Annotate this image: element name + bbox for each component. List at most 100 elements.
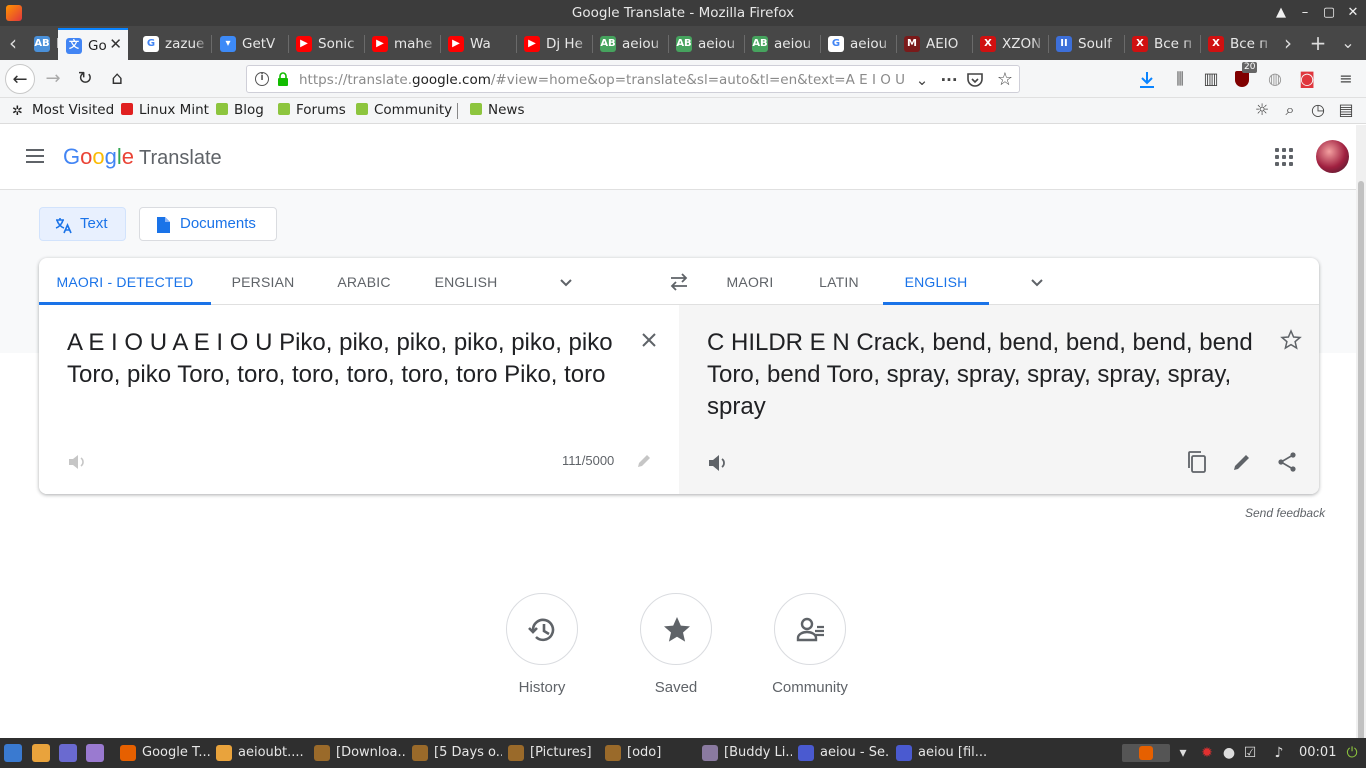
browser-tab[interactable]: AB aeiou <box>668 28 742 60</box>
history-button[interactable] <box>506 593 578 665</box>
pocket-icon[interactable] <box>966 71 984 89</box>
google-translate-logo[interactable]: Google Translate <box>63 144 222 170</box>
browser-tab[interactable]: II Soulf <box>1048 28 1122 60</box>
community-shortcut[interactable]: Community <box>755 593 865 696</box>
browser-tab[interactable]: ▶ Dj He <box>516 28 590 60</box>
downloads-icon[interactable] <box>1137 70 1157 90</box>
documents-mode-button[interactable]: Documents <box>139 207 277 241</box>
saved-button[interactable] <box>640 593 712 665</box>
taskbar-window-button[interactable]: [Buddy Li... <box>700 740 792 766</box>
new-tab-icon[interactable]: + <box>1305 28 1331 60</box>
power-icon[interactable]: ⏻ <box>1343 744 1361 762</box>
save-translation-star-icon[interactable] <box>1280 329 1302 351</box>
bookmark-star-icon[interactable]: ☆ <box>994 69 1016 91</box>
globe-extension-icon[interactable]: ◍ <box>1263 68 1287 90</box>
alert-icon[interactable]: ✹ <box>1198 744 1216 762</box>
taskbar-window-button[interactable]: [odo] <box>603 740 695 766</box>
translation-listen-speaker-icon[interactable] <box>707 452 729 474</box>
browser-tab[interactable]: X Все п <box>1124 28 1198 60</box>
close-tab-icon[interactable]: ✕ <box>109 35 122 53</box>
source-listen-speaker-icon[interactable] <box>67 452 87 472</box>
browser-tab[interactable]: AB aeiou <box>592 28 666 60</box>
google-apps-icon[interactable] <box>1275 148 1293 166</box>
bookmark-linux-mint[interactable]: Linux Mint <box>121 102 209 118</box>
community-button[interactable] <box>774 593 846 665</box>
main-menu-icon[interactable] <box>26 149 44 163</box>
browser-tab[interactable]: Gzazue <box>135 28 209 60</box>
source-lang-persian[interactable]: PERSIAN <box>217 258 309 305</box>
saved-shortcut[interactable]: Saved <box>621 593 731 696</box>
source-more-langs-chevron-down-icon[interactable] <box>558 274 574 290</box>
browser-tab[interactable]: Gaeiou <box>820 28 894 60</box>
window-keep-above-button[interactable]: ▲ <box>1271 3 1291 23</box>
taskbar-window-button[interactable]: [Pictures] <box>506 740 598 766</box>
home-icon[interactable]: ⌂ <box>102 64 132 94</box>
brightness-extension-icon[interactable]: ☼ <box>1250 99 1274 121</box>
window-minimize-button[interactable]: – <box>1295 3 1315 23</box>
browser-tab[interactable]: ▾ GetV <box>212 28 286 60</box>
source-lang-detected[interactable]: MAORI - DETECTED <box>39 258 211 305</box>
back-icon[interactable]: ← <box>5 64 35 94</box>
browser-tab[interactable]: ▶ Wa <box>440 28 514 60</box>
scroll-tabs-left-icon[interactable]: ‹ <box>0 28 26 60</box>
window-close-button[interactable]: ✕ <box>1343 3 1363 23</box>
source-lang-arabic[interactable]: ARABIC <box>324 258 404 305</box>
text-editor-launcher-icon[interactable] <box>59 744 77 762</box>
bookmark-most-visited[interactable]: ✲ Most Visited <box>12 102 114 119</box>
account-avatar[interactable] <box>1316 140 1349 173</box>
volume-icon[interactable]: ♪ <box>1270 744 1288 762</box>
swap-languages-icon[interactable] <box>668 272 690 292</box>
screenshot-extension-icon[interactable]: ◙ <box>1295 68 1319 90</box>
source-text-input[interactable]: A E I O U A E I O U Piko, piko, piko, pi… <box>67 327 627 391</box>
bookmark-blog[interactable]: Blog <box>216 102 264 118</box>
search-icon[interactable]: ⌕ <box>1278 99 1302 121</box>
history-shortcut[interactable]: History <box>487 593 597 696</box>
browser-tab[interactable]: X XZON <box>972 28 1046 60</box>
library-icon[interactable]: ⫼ <box>1168 68 1192 90</box>
notes-launcher-icon[interactable] <box>86 744 104 762</box>
folder-extension-icon[interactable]: ▤ <box>1334 99 1358 121</box>
files-launcher-icon[interactable] <box>32 744 50 762</box>
browser-tab[interactable]: M AEIO <box>896 28 970 60</box>
target-more-langs-chevron-down-icon[interactable] <box>1029 274 1045 290</box>
workspace-switcher[interactable] <box>1122 744 1170 762</box>
forward-icon[interactable]: → <box>38 64 68 94</box>
scrollbar-thumb[interactable] <box>1358 181 1364 741</box>
taskbar-window-button[interactable]: aeiou [fil... <box>894 740 994 766</box>
bookmark-community[interactable]: Community <box>356 102 452 118</box>
browser-tab[interactable]: AB aeiou <box>744 28 818 60</box>
url-dropdown-icon[interactable]: ⌄ <box>911 69 933 91</box>
text-mode-button[interactable]: Text <box>39 207 126 241</box>
target-lang-english[interactable]: ENGLISH <box>883 258 989 305</box>
window-maximize-button[interactable]: ▢ <box>1319 3 1339 23</box>
wifi-icon[interactable]: ▾ <box>1174 744 1192 762</box>
page-actions-icon[interactable]: ··· <box>938 69 960 91</box>
taskbar-window-button[interactable]: aeiou - Se... <box>796 740 890 766</box>
browser-tab[interactable]: 文 Go ✕ <box>58 28 128 60</box>
taskbar-window-button[interactable]: Google T... <box>118 740 210 766</box>
clear-source-close-icon[interactable] <box>641 332 657 348</box>
share-translation-icon[interactable] <box>1276 451 1298 473</box>
history-extension-icon[interactable]: ◷ <box>1306 99 1330 121</box>
edit-translation-pencil-icon[interactable] <box>1231 451 1253 473</box>
browser-tab[interactable]: ▶ Sonic <box>288 28 362 60</box>
scroll-tabs-right-icon[interactable]: › <box>1275 28 1301 60</box>
bookmark-forums[interactable]: Forums <box>278 102 346 118</box>
handwriting-pencil-icon[interactable] <box>636 453 652 469</box>
target-lang-maori[interactable]: MAORI <box>713 258 787 305</box>
taskbar-window-button[interactable]: [Downloa... <box>312 740 406 766</box>
reload-icon[interactable]: ↻ <box>70 64 100 94</box>
taskbar-window-button[interactable]: [5 Days o... <box>410 740 502 766</box>
page-scrollbar[interactable] <box>1356 125 1366 741</box>
hamburger-menu-icon[interactable]: ≡ <box>1334 68 1358 90</box>
site-info-icon[interactable]: i <box>255 72 269 86</box>
target-lang-latin[interactable]: LATIN <box>805 258 873 305</box>
update-check-icon[interactable]: ☑ <box>1241 744 1259 762</box>
list-all-tabs-icon[interactable]: ⌄ <box>1335 28 1361 60</box>
url-bar[interactable]: i https://translate.google.com/#view=hom… <box>246 65 1020 93</box>
browser-tab[interactable]: ▶ mahe <box>364 28 438 60</box>
browser-tab[interactable]: X Все п <box>1200 28 1274 60</box>
clock[interactable]: 00:01 <box>1299 745 1336 760</box>
chat-tray-icon[interactable]: ● <box>1220 744 1238 762</box>
start-menu-icon[interactable] <box>4 744 22 762</box>
